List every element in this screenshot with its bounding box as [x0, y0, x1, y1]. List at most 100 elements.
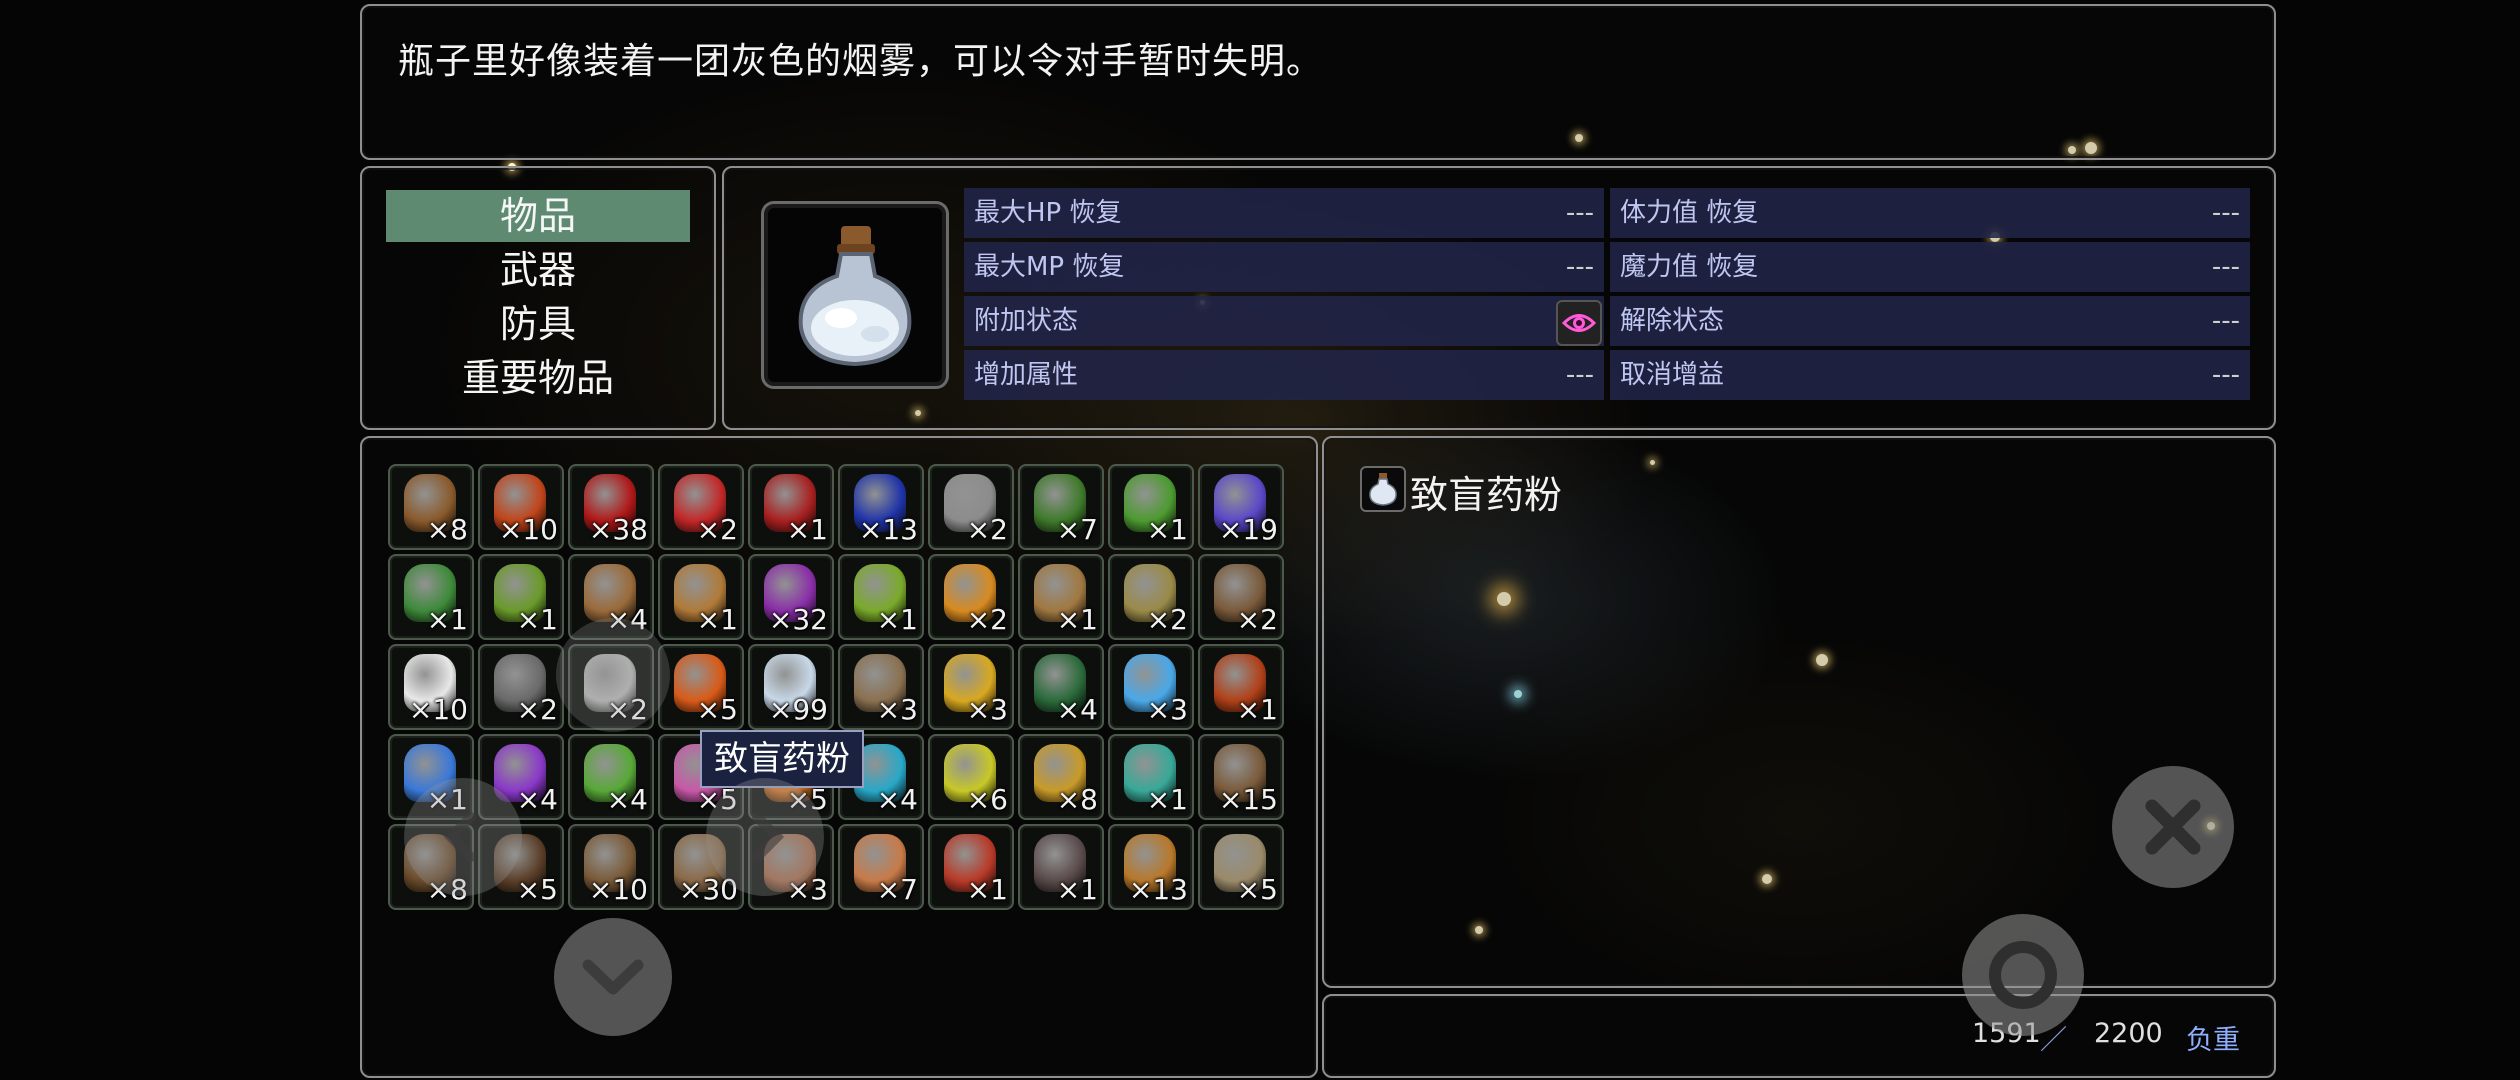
stat-remove-buff: 取消增益 --- [1610, 350, 2250, 400]
item-quantity: ×2 [966, 603, 1008, 636]
inventory-slot[interactable]: ×2 [928, 554, 1014, 640]
inventory-slot[interactable]: ×1 [838, 554, 924, 640]
inventory-slot[interactable]: ×5 [658, 644, 744, 730]
stat-add-param: 增加属性 --- [964, 350, 1604, 400]
up-button[interactable] [556, 618, 670, 732]
item-quantity: ×3 [1146, 693, 1188, 726]
item-quantity: ×1 [966, 873, 1008, 906]
category-weapons[interactable]: 武器 [386, 244, 690, 296]
inventory-slot[interactable]: ×32 [748, 554, 834, 640]
inventory-slot[interactable]: ×2 [658, 464, 744, 550]
item-quantity: ×13 [858, 513, 918, 546]
category-items[interactable]: 物品 [386, 190, 690, 242]
inventory-slot[interactable]: ×8 [1018, 734, 1104, 820]
inventory-slot[interactable]: ×5 [1198, 824, 1284, 910]
category-armor[interactable]: 防具 [386, 298, 690, 350]
inventory-slot[interactable]: ×6 [928, 734, 1014, 820]
inventory-slot[interactable]: ×2 [1108, 554, 1194, 640]
white-powder-bottle-icon [798, 226, 912, 367]
item-quantity: ×5 [696, 693, 738, 726]
inventory-slot[interactable]: ×10 [478, 464, 564, 550]
white-powder-bottle-icon [1369, 473, 1397, 506]
confirm-button[interactable] [1962, 914, 2084, 1036]
next-page-button[interactable] [706, 778, 824, 896]
weight-max: 2200 [2094, 1018, 2163, 1049]
item-quantity: ×1 [426, 603, 468, 636]
item-quantity: ×2 [1236, 603, 1278, 636]
inventory-slot[interactable]: ×1 [1108, 734, 1194, 820]
inventory-slot[interactable]: ×7 [1018, 464, 1104, 550]
prev-page-button[interactable] [404, 778, 522, 896]
stat-max-mp: 最大MP 恢复 --- [964, 242, 1604, 292]
inventory-slot[interactable]: ×10 [388, 644, 474, 730]
inventory-slot[interactable]: ×2 [1198, 554, 1284, 640]
item-quantity: ×2 [966, 513, 1008, 546]
item-quantity: ×8 [1056, 783, 1098, 816]
inventory-slot[interactable]: ×4 [568, 734, 654, 820]
item-quantity: ×7 [876, 873, 918, 906]
item-quantity: ×5 [516, 873, 558, 906]
stat-mana: 魔力值 恢复 --- [1610, 242, 2250, 292]
chevron-right-icon [752, 812, 785, 862]
weight-panel: 1591 ／ 2200 负重 [1322, 994, 2276, 1078]
close-button[interactable] [2112, 766, 2234, 888]
item-quantity: ×38 [588, 513, 648, 546]
item-quantity: ×3 [876, 693, 918, 726]
inventory-slot[interactable]: ×2 [478, 644, 564, 730]
inventory-slot[interactable]: ×1 [658, 554, 744, 640]
item-quantity: ×10 [498, 513, 558, 546]
inventory-slot[interactable]: ×4 [1018, 644, 1104, 730]
category-key-items[interactable]: 重要物品 [386, 352, 690, 404]
stat-remove-state: 解除状态 --- [1610, 296, 2250, 346]
inventory-slot[interactable]: ×15 [1198, 734, 1284, 820]
description-panel: 瓶子里好像装着一团灰色的烟雾，可以令对手暂时失明。 [360, 4, 2276, 160]
inventory-slot[interactable]: ×1 [928, 824, 1014, 910]
inventory-slot[interactable]: ×1 [478, 554, 564, 640]
stat-add-state: 附加状态 [964, 296, 1604, 346]
stat-stamina: 体力值 恢复 --- [1610, 188, 2250, 238]
inventory-slot[interactable]: ×2 [928, 464, 1014, 550]
inventory-slot[interactable]: ×99 [748, 644, 834, 730]
item-quantity: ×4 [606, 783, 648, 816]
inventory-slot[interactable]: ×13 [1108, 824, 1194, 910]
item-quantity: ×1 [1146, 513, 1188, 546]
item-quantity: ×1 [1056, 603, 1098, 636]
item-quantity: ×4 [876, 783, 918, 816]
chevron-left-icon [443, 812, 476, 862]
inventory-slot[interactable]: ×1 [1108, 464, 1194, 550]
weight-label: 负重 [2186, 1025, 2240, 1056]
inventory-slot[interactable]: ×1 [1018, 824, 1104, 910]
inventory-slot[interactable]: ×3 [1108, 644, 1194, 730]
item-quantity: ×7 [1056, 513, 1098, 546]
detail-item-icon [1360, 466, 1406, 512]
inventory-slot[interactable]: ×8 [388, 464, 474, 550]
inventory-slot[interactable]: ×13 [838, 464, 924, 550]
chevron-down-icon [582, 959, 644, 995]
scroll-down-button[interactable] [554, 918, 672, 1036]
inventory-slot[interactable]: ×38 [568, 464, 654, 550]
inventory-slot[interactable]: ×3 [928, 644, 1014, 730]
item-tooltip: 致盲药粉 [700, 730, 864, 788]
inventory-slot[interactable]: ×19 [1198, 464, 1284, 550]
item-quantity: ×10 [588, 873, 648, 906]
inventory-slot[interactable]: ×1 [1018, 554, 1104, 640]
inventory-slot[interactable]: ×1 [1198, 644, 1284, 730]
item-quantity: ×8 [426, 513, 468, 546]
selected-item-large-icon [764, 204, 946, 386]
inventory-slot[interactable]: ×10 [568, 824, 654, 910]
item-quantity: ×1 [1056, 873, 1098, 906]
item-description: 瓶子里好像装着一团灰色的烟雾，可以令对手暂时失明。 [398, 41, 1324, 82]
item-quantity: ×2 [516, 693, 558, 726]
inventory-slot[interactable]: ×7 [838, 824, 924, 910]
item-quantity: ×1 [516, 603, 558, 636]
close-x-icon [2145, 799, 2201, 855]
item-quantity: ×1 [1236, 693, 1278, 726]
inventory-slot[interactable]: ×1 [388, 554, 474, 640]
stat-max-hp: 最大HP 恢复 --- [964, 188, 1604, 238]
inventory-slot[interactable]: ×1 [748, 464, 834, 550]
inventory-grid: ×8 ×10 ×38 ×2 ×1 ×13 ×2 ×7 ×1 ×19 ×1 ×1 ×4 ×1 ×32 ×1 ×2 ×… [388, 464, 1288, 920]
inventory-slot[interactable]: ×3 [838, 644, 924, 730]
item-quantity: ×13 [1128, 873, 1188, 906]
item-quantity: ×5 [1236, 873, 1278, 906]
item-quantity: ×4 [516, 783, 558, 816]
